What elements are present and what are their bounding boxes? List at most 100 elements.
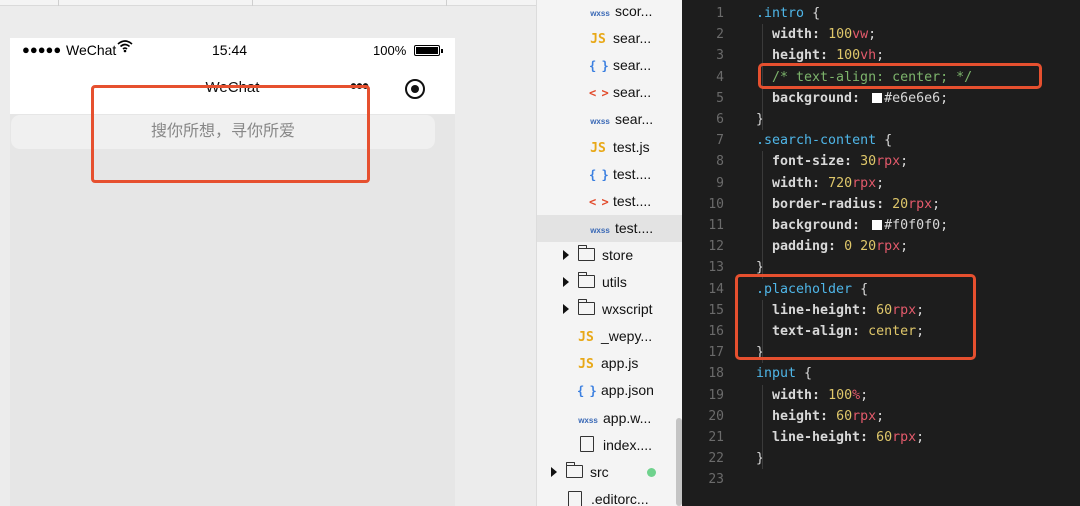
expand-arrow-icon[interactable] [551, 466, 557, 477]
file-tree-item[interactable]: index.... [577, 432, 652, 459]
file-name: test.... [615, 219, 654, 236]
annotation-highlight-box [758, 63, 1042, 89]
file-tree-item[interactable]: wxss test.... [537, 214, 682, 242]
file-tree-item[interactable]: JS sear... [589, 25, 651, 52]
file-tree-item[interactable]: wxscript [563, 296, 653, 323]
code-editor[interactable]: 1 .intro {2 width: 100vw; 3 height: 100vh; 4/… [682, 0, 1080, 506]
file-name: sear... [613, 30, 652, 47]
line-number: 19 [708, 387, 724, 403]
wxml-file-icon: < > [589, 194, 609, 209]
file-name: src [590, 463, 609, 480]
file-name: utils [602, 274, 627, 290]
file-tree-item[interactable]: { } sear... [589, 52, 651, 79]
carrier-label: WeChat [66, 42, 117, 58]
signal-icon: ●●●●● [22, 42, 62, 57]
annotation-highlight-box [91, 85, 370, 183]
divider [252, 0, 253, 6]
file-name: sear... [613, 57, 652, 74]
code-line[interactable]: border-radius: 20rpx; [772, 194, 940, 215]
line-number: 9 [716, 175, 724, 191]
battery-icon [414, 45, 443, 56]
line-number: 21 [708, 430, 724, 445]
folder-icon [577, 299, 595, 316]
expand-arrow-icon[interactable] [563, 250, 569, 261]
file-tree-item[interactable]: store [563, 242, 633, 269]
wxss-file-icon: wxss [590, 117, 610, 127]
line-number: 5 [716, 90, 724, 106]
js-file-icon: JS [578, 357, 594, 373]
file-tree-item[interactable]: JS app.js [577, 350, 638, 377]
json-file-icon: { } [589, 167, 609, 182]
simulator-panel: ●●●●● WeChat 15:44 100% WeChat ••• 搜你所想，… [0, 0, 536, 506]
file-tree-item[interactable]: JS _wepy... [577, 323, 652, 350]
code-line[interactable]: font-size: 30rpx; [772, 151, 908, 172]
line-number: 18 [708, 366, 724, 382]
file-tree-item[interactable]: wxss sear... [589, 106, 653, 133]
file-tree-item[interactable]: .editorc... [565, 486, 649, 506]
indent-guide [762, 384, 763, 470]
file-name: app.js [601, 355, 639, 372]
line-number: 16 [708, 324, 724, 339]
line-number: 1 [716, 6, 724, 21]
line-number: 12 [708, 239, 724, 255]
line-number: 23 [708, 472, 724, 488]
js-file-icon: JS [590, 140, 606, 156]
file-name: sear... [613, 84, 652, 101]
divider [446, 0, 447, 6]
code-line[interactable]: width: 100vw; [772, 24, 876, 45]
file-tree-item[interactable]: JS test.js [589, 134, 649, 161]
file-name: _wepy... [601, 328, 653, 345]
line-number: 7 [716, 133, 724, 149]
line-number: 20 [708, 408, 724, 424]
file-icon [580, 436, 594, 453]
file-name: scor... [615, 3, 653, 19]
line-number: 17 [708, 345, 724, 361]
status-bar: ●●●●● WeChat 15:44 100% [10, 38, 455, 62]
code-line[interactable]: line-height: 60rpx; [772, 427, 924, 448]
file-name: sear... [615, 111, 654, 128]
file-name: test.... [613, 165, 652, 182]
code-line[interactable]: background: #f0f0f0; [772, 215, 948, 236]
expand-arrow-icon[interactable] [563, 304, 569, 315]
folder-icon [577, 272, 595, 289]
line-number: 3 [716, 48, 724, 64]
line-number: 10 [708, 196, 724, 212]
close-miniprogram-icon[interactable] [405, 79, 425, 99]
line-number: 8 [716, 154, 724, 170]
code-line[interactable]: .intro { [756, 3, 820, 24]
js-file-icon: JS [578, 330, 594, 346]
wxss-file-icon: wxss [590, 9, 610, 18]
json-file-icon: { } [577, 384, 597, 399]
file-tree-item[interactable]: < > sear... [589, 79, 651, 106]
file-tree-item[interactable]: < > test.... [589, 188, 651, 215]
file-tree-item[interactable]: wxss scor... [589, 0, 652, 25]
wxml-file-icon: < > [589, 86, 609, 101]
line-number: 2 [716, 27, 724, 43]
annotation-highlight-box [735, 274, 976, 360]
file-tree-item[interactable]: { } app.json [577, 377, 654, 404]
code-line[interactable]: background: #e6e6e6; [772, 88, 948, 109]
code-line[interactable]: height: 60rpx; [772, 406, 884, 427]
expand-arrow-icon[interactable] [563, 277, 569, 288]
battery-percent: 100% [373, 43, 407, 58]
file-tree-item[interactable]: { } test.... [589, 161, 651, 188]
wxss-file-icon: wxss [578, 415, 598, 425]
code-line[interactable]: padding: 0 20rpx; [772, 236, 908, 257]
file-tree-item[interactable]: utils [563, 269, 627, 296]
file-icon [568, 490, 582, 506]
line-number: 11 [708, 218, 724, 233]
file-tree-item[interactable]: src [551, 459, 609, 486]
line-number: 4 [716, 69, 724, 85]
file-name: wxscript [602, 301, 653, 318]
git-status-dot [647, 467, 656, 477]
file-name: .editorc... [591, 490, 649, 506]
file-name: app.w... [603, 409, 652, 426]
file-tree-item[interactable]: wxss app.w... [577, 405, 651, 432]
code-line[interactable]: input { [756, 363, 812, 384]
code-line[interactable]: width: 720rpx; [772, 173, 884, 194]
file-name: app.json [601, 382, 654, 399]
code-line[interactable]: .search-content { [756, 130, 892, 151]
file-explorer: wxss scor... JS sear... { } sear... < > sear...… [536, 0, 682, 506]
code-line[interactable]: width: 100%; [772, 385, 868, 406]
folder-icon [565, 461, 583, 478]
